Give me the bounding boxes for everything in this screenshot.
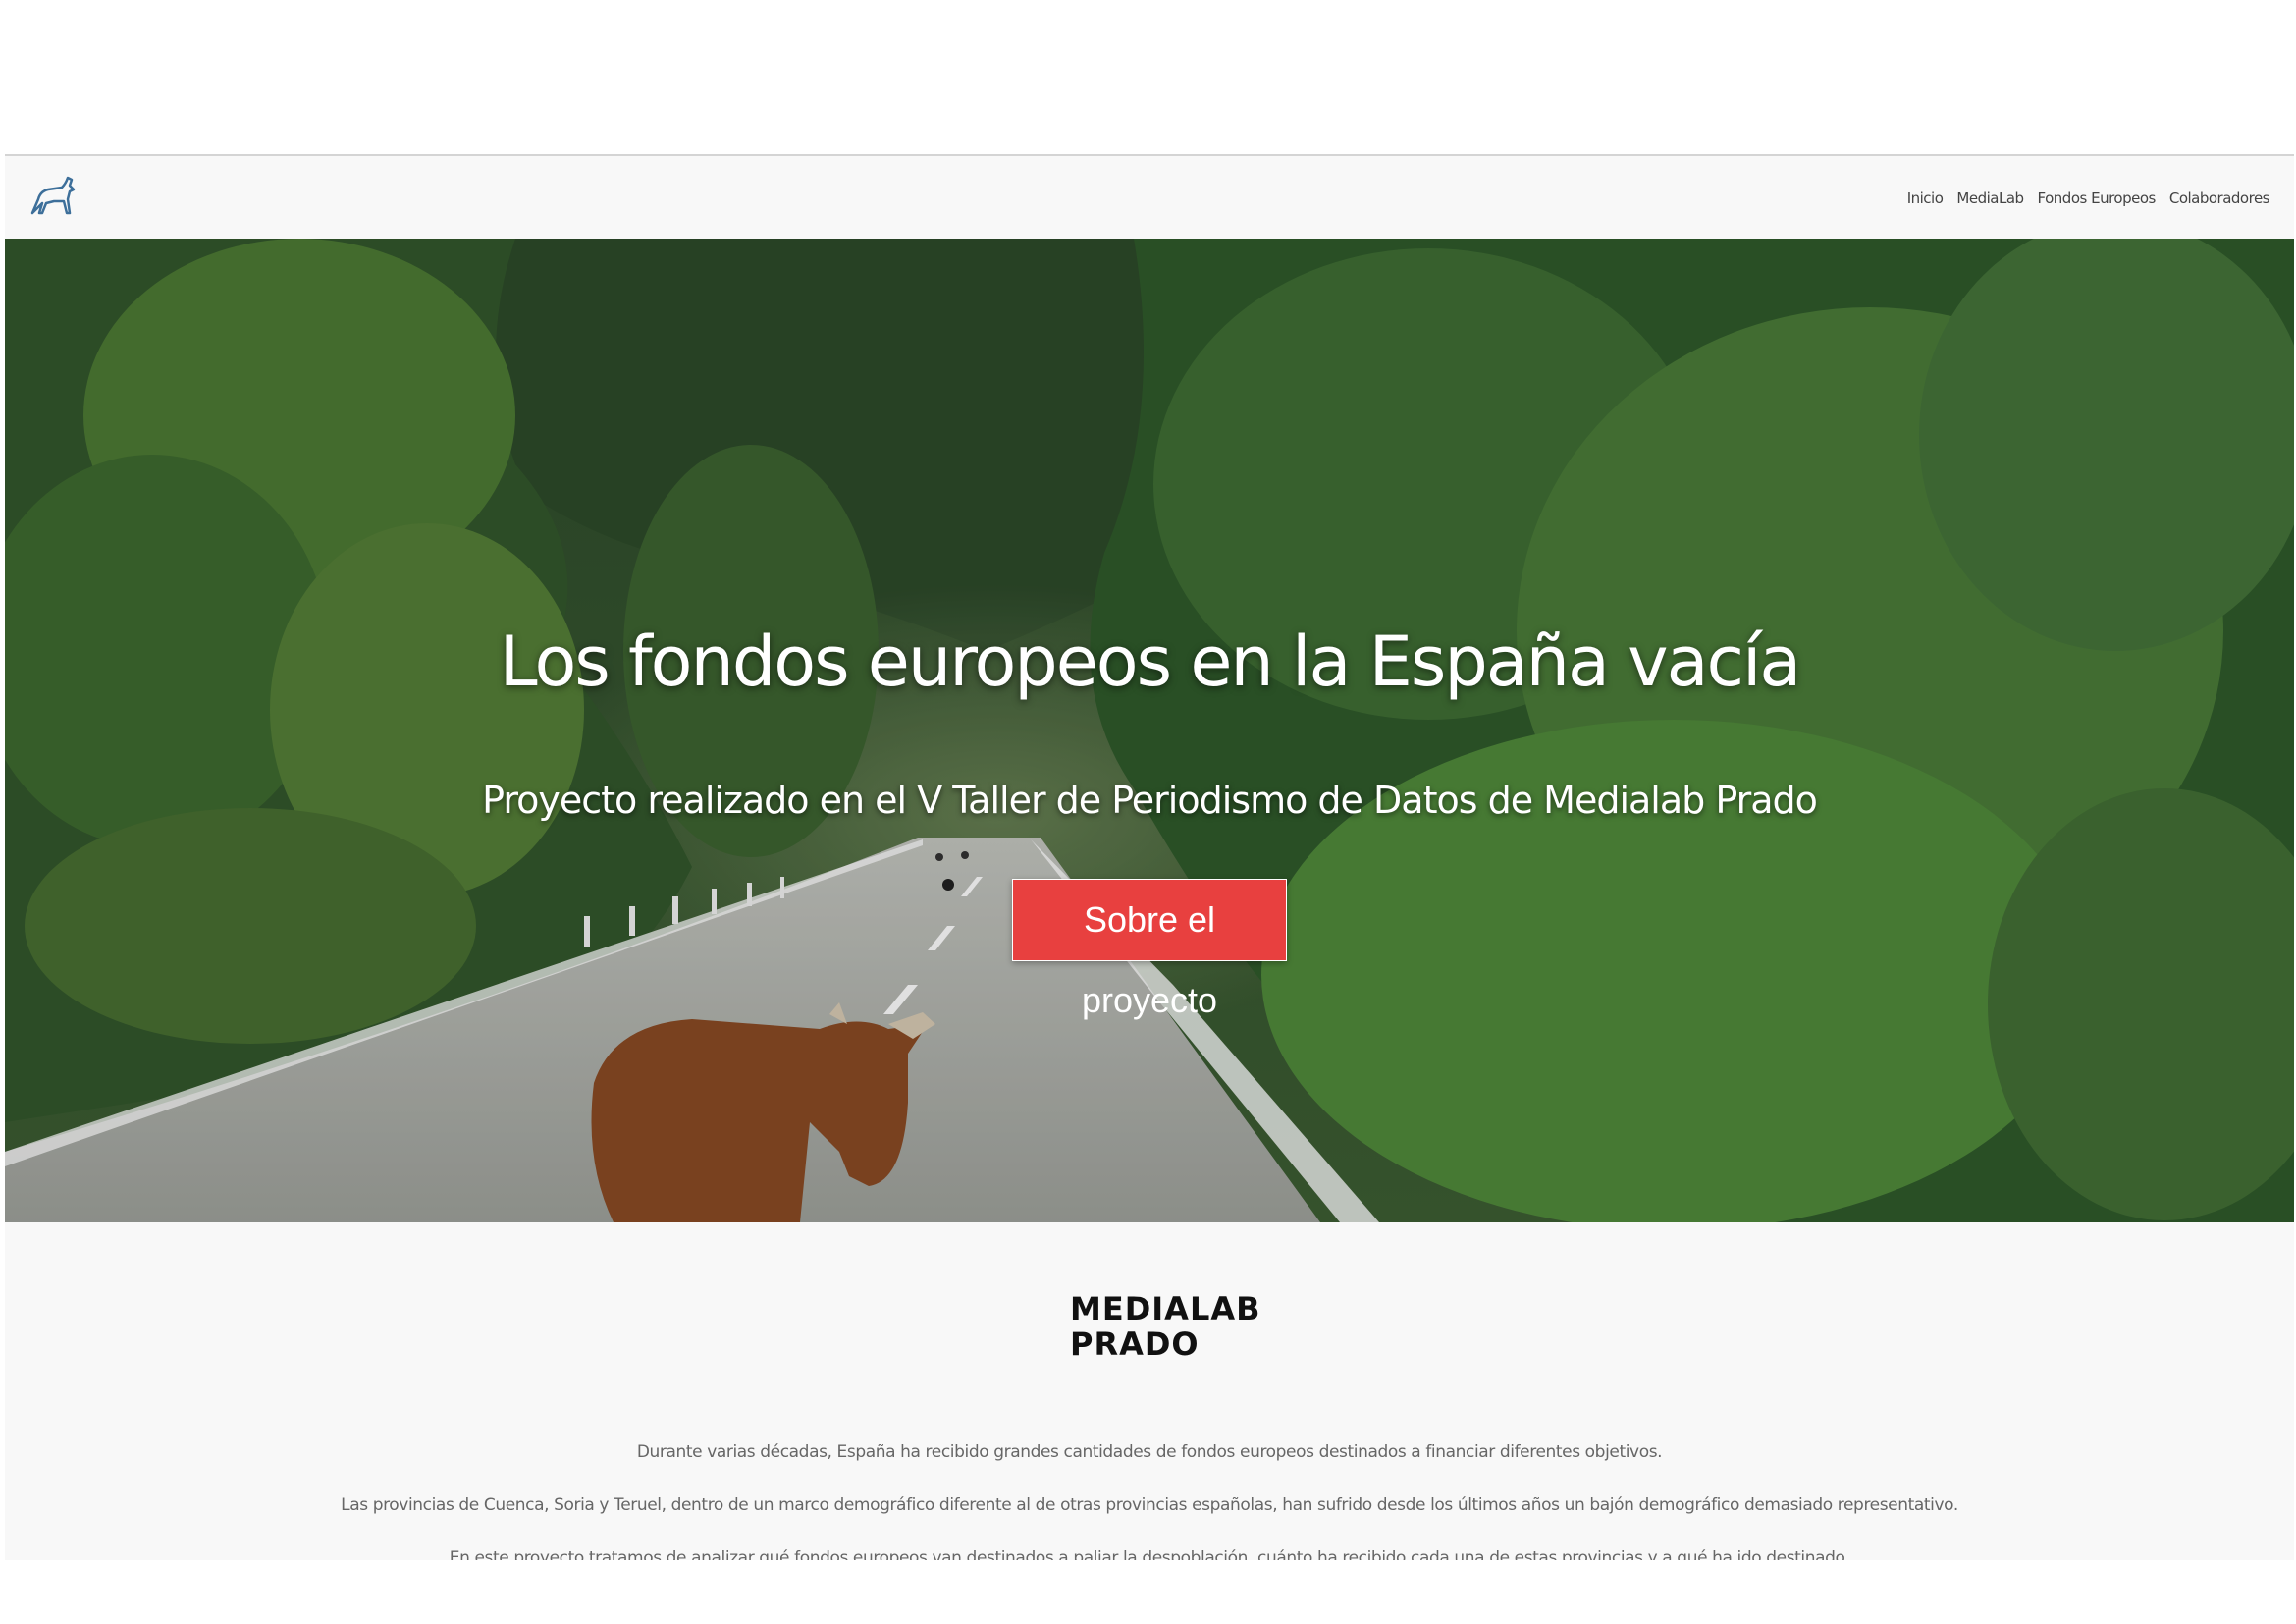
hero-title: Los fondos europeos en la España vacía [499,622,1802,702]
partner-logo-line1: MEDIALAB [1070,1290,1261,1327]
hero-background-image [5,239,2294,1222]
medialab-prado-logo[interactable]: MEDIALAB PRADO [1070,1291,1260,1362]
partner-logo-line2: PRADO [1070,1326,1200,1363]
intro-paragraph: Las provincias de Cuenca, Soria y Teruel… [341,1495,1958,1515]
intro-section: MEDIALAB PRADO Durante varias décadas, E… [5,1222,2294,1560]
nav-medialab-link[interactable]: MediaLab [1956,189,2024,207]
about-project-button[interactable]: Sobre el proyecto [1012,879,1287,1020]
nav-links: Inicio MediaLab Fondos Europeos Colabora… [1907,189,2270,207]
hero-subtitle: Proyecto realizado en el V Taller de Per… [482,779,1818,822]
nav-inicio-link[interactable]: Inicio [1907,189,1944,207]
nav-fondos-europeos-link[interactable]: Fondos Europeos [2038,189,2157,207]
intro-paragraph: En este proyecto tratamos de analizar qu… [449,1548,1850,1560]
navbar: Inicio MediaLab Fondos Europeos Colabora… [5,156,2294,239]
browser-viewport: Inicio MediaLab Fondos Europeos Colabora… [5,154,2294,1560]
nav-colaboradores-link[interactable]: Colaboradores [2169,189,2270,207]
intro-paragraph: Durante varias décadas, España ha recibi… [636,1442,1663,1462]
greyhound-logo-icon[interactable] [25,170,80,225]
hero-section: Los fondos europeos en la España vacía P… [5,239,2294,1222]
